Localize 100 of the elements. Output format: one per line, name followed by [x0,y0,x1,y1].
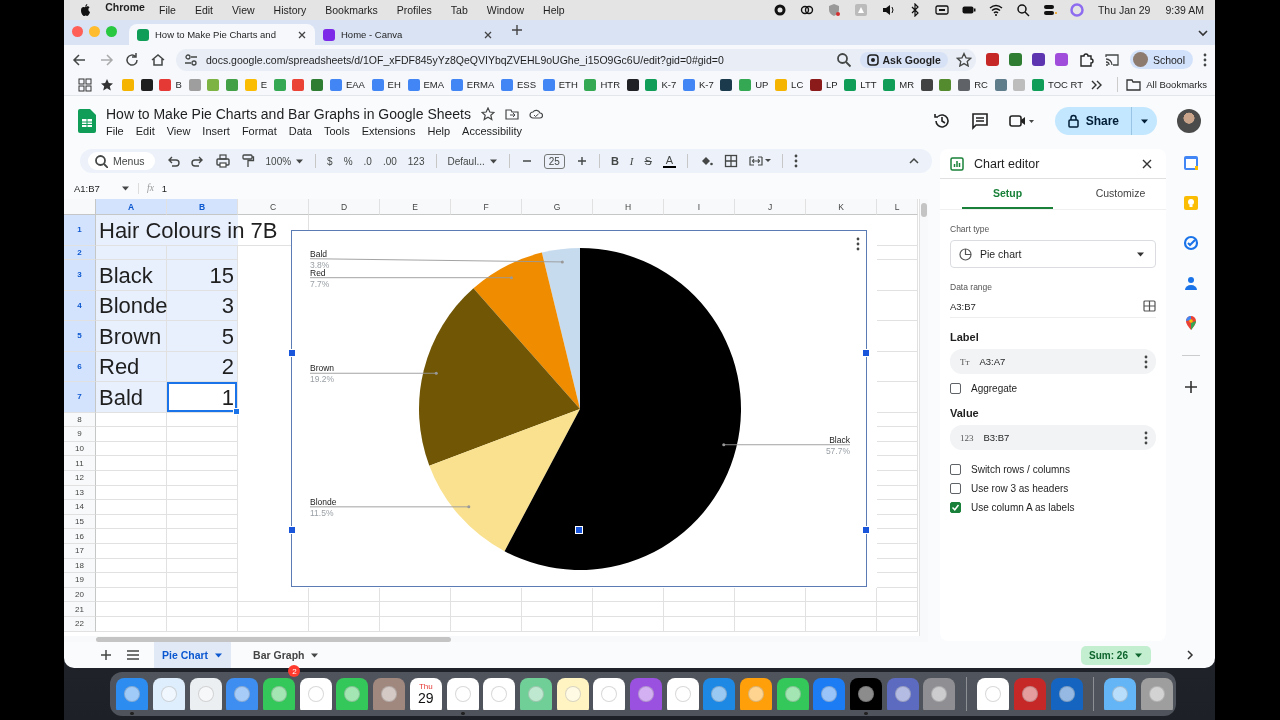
bookmark-link[interactable]: RC [958,78,988,91]
table-cell[interactable]: 1 [167,382,238,413]
table-cell[interactable] [877,441,918,457]
series-chip[interactable]: 123 B3:B7 [950,425,1156,450]
menu-item[interactable]: Window [485,2,526,18]
table-cell[interactable] [877,260,918,291]
bold-button[interactable]: B [610,155,619,167]
clock-date[interactable]: Thu Jan 29 [1096,2,1152,18]
table-cell[interactable] [877,427,918,442]
table-cell[interactable] [96,412,167,428]
column-header[interactable]: D [309,199,380,215]
table-cell[interactable] [96,616,167,632]
menu-item[interactable]: Help [427,124,451,137]
bookmark-link[interactable]: K-7 [682,78,714,91]
table-cell[interactable]: Black [96,260,167,291]
italic-button[interactable]: I [629,155,634,167]
bookmark-link[interactable]: TOC RT [1032,78,1084,91]
zoom-dropdown[interactable]: 100% [265,155,305,167]
menu-item[interactable]: Data [288,124,312,137]
browser-tab[interactable]: Home - Canva [315,24,501,45]
column-header[interactable]: E [380,199,451,215]
text-color-button[interactable]: A [662,154,676,168]
table-cell[interactable] [167,441,238,457]
bookmark-link[interactable]: B [159,78,182,91]
table-cell[interactable] [806,616,877,632]
table-cell[interactable] [380,616,451,632]
sum-button[interactable]: Sum: 26 [1081,645,1151,665]
resize-handle[interactable] [288,349,296,357]
table-cell[interactable] [167,456,238,471]
column-header[interactable]: I [664,199,735,215]
puzzle-icon[interactable] [1077,51,1094,68]
table-cell[interactable] [380,602,451,617]
close-icon[interactable] [1142,158,1152,169]
table-cell[interactable] [806,602,877,617]
table-cell[interactable] [877,412,918,428]
increase-decimals-button[interactable]: .00 [382,155,397,167]
toggle-icon[interactable] [1042,3,1057,17]
bookmark-link[interactable]: MR [883,78,914,91]
tasks-icon[interactable] [1182,235,1199,251]
table-cell[interactable] [96,558,167,574]
clock-time[interactable]: 9:39 AM [1164,2,1205,18]
table-cell[interactable] [238,602,309,617]
table-cell[interactable] [877,500,918,515]
zoom-icon[interactable] [835,51,852,68]
percent-button[interactable]: % [343,155,353,167]
table-cell[interactable] [96,441,167,457]
bookmark-link[interactable]: EH [371,78,401,91]
table-cell[interactable] [96,602,167,617]
all-bookmarks-link[interactable]: All Bookmarks [1117,77,1207,92]
row-header[interactable]: 6 [64,351,96,383]
calendar-icon[interactable] [1182,155,1199,171]
more-icon[interactable] [793,153,798,169]
row-header[interactable]: 4 [64,290,96,322]
bookmark-icon[interactable] [920,78,933,91]
bookmark-icon[interactable] [720,78,733,91]
menu-item[interactable]: Bookmarks [324,2,379,18]
menu-item[interactable]: Help [542,2,566,18]
grid-select-icon[interactable] [1143,300,1156,312]
strikethrough-button[interactable]: S [644,155,652,167]
table-cell[interactable] [167,529,238,544]
table-cell[interactable] [877,558,918,574]
table-cell[interactable]: Red [96,351,167,383]
table-cell[interactable] [96,587,167,603]
checkbox[interactable] [950,464,961,475]
table-cell[interactable] [167,427,238,442]
cast-icon[interactable] [1103,51,1120,68]
apple-icon[interactable] [78,3,92,17]
resize-handle[interactable] [862,526,870,534]
borders-icon[interactable] [723,154,738,168]
bookmark-link[interactable]: LP [810,78,838,91]
resize-handle[interactable] [288,526,296,534]
folder-icon[interactable] [504,106,519,121]
editor-tab[interactable]: Setup [962,179,1053,209]
table-cell[interactable] [238,616,309,632]
menu-item[interactable]: Edit [193,2,214,18]
menu-item[interactable]: File [158,2,177,18]
forward-icon[interactable] [98,51,114,68]
table-cell[interactable] [96,427,167,442]
table-cell[interactable] [522,616,593,632]
table-cell[interactable] [451,602,522,617]
table-cell[interactable] [167,616,238,632]
table-cell[interactable] [167,514,238,530]
data-range-field[interactable]: A3:B7 [950,300,976,312]
checkbox-label[interactable]: Switch rows / columns [971,464,1070,475]
bookmark-icon[interactable] [626,78,639,91]
table-cell[interactable] [877,456,918,471]
table-cell[interactable]: 2 [167,351,238,383]
table-cell[interactable]: Bald [96,382,167,413]
column-header[interactable]: G [522,199,593,215]
table-cell[interactable] [167,543,238,559]
table-cell[interactable] [522,602,593,617]
bookmark-link[interactable]: HTR [584,78,620,91]
paint-format-icon[interactable] [240,154,255,168]
table-cell[interactable] [96,456,167,471]
print-icon[interactable] [215,154,230,168]
table-cell[interactable] [877,602,918,617]
menu-item[interactable]: History [272,2,308,18]
home-icon[interactable] [150,51,166,68]
table-cell[interactable] [877,215,918,246]
sheet-tab[interactable]: Pie Chart [154,642,232,668]
